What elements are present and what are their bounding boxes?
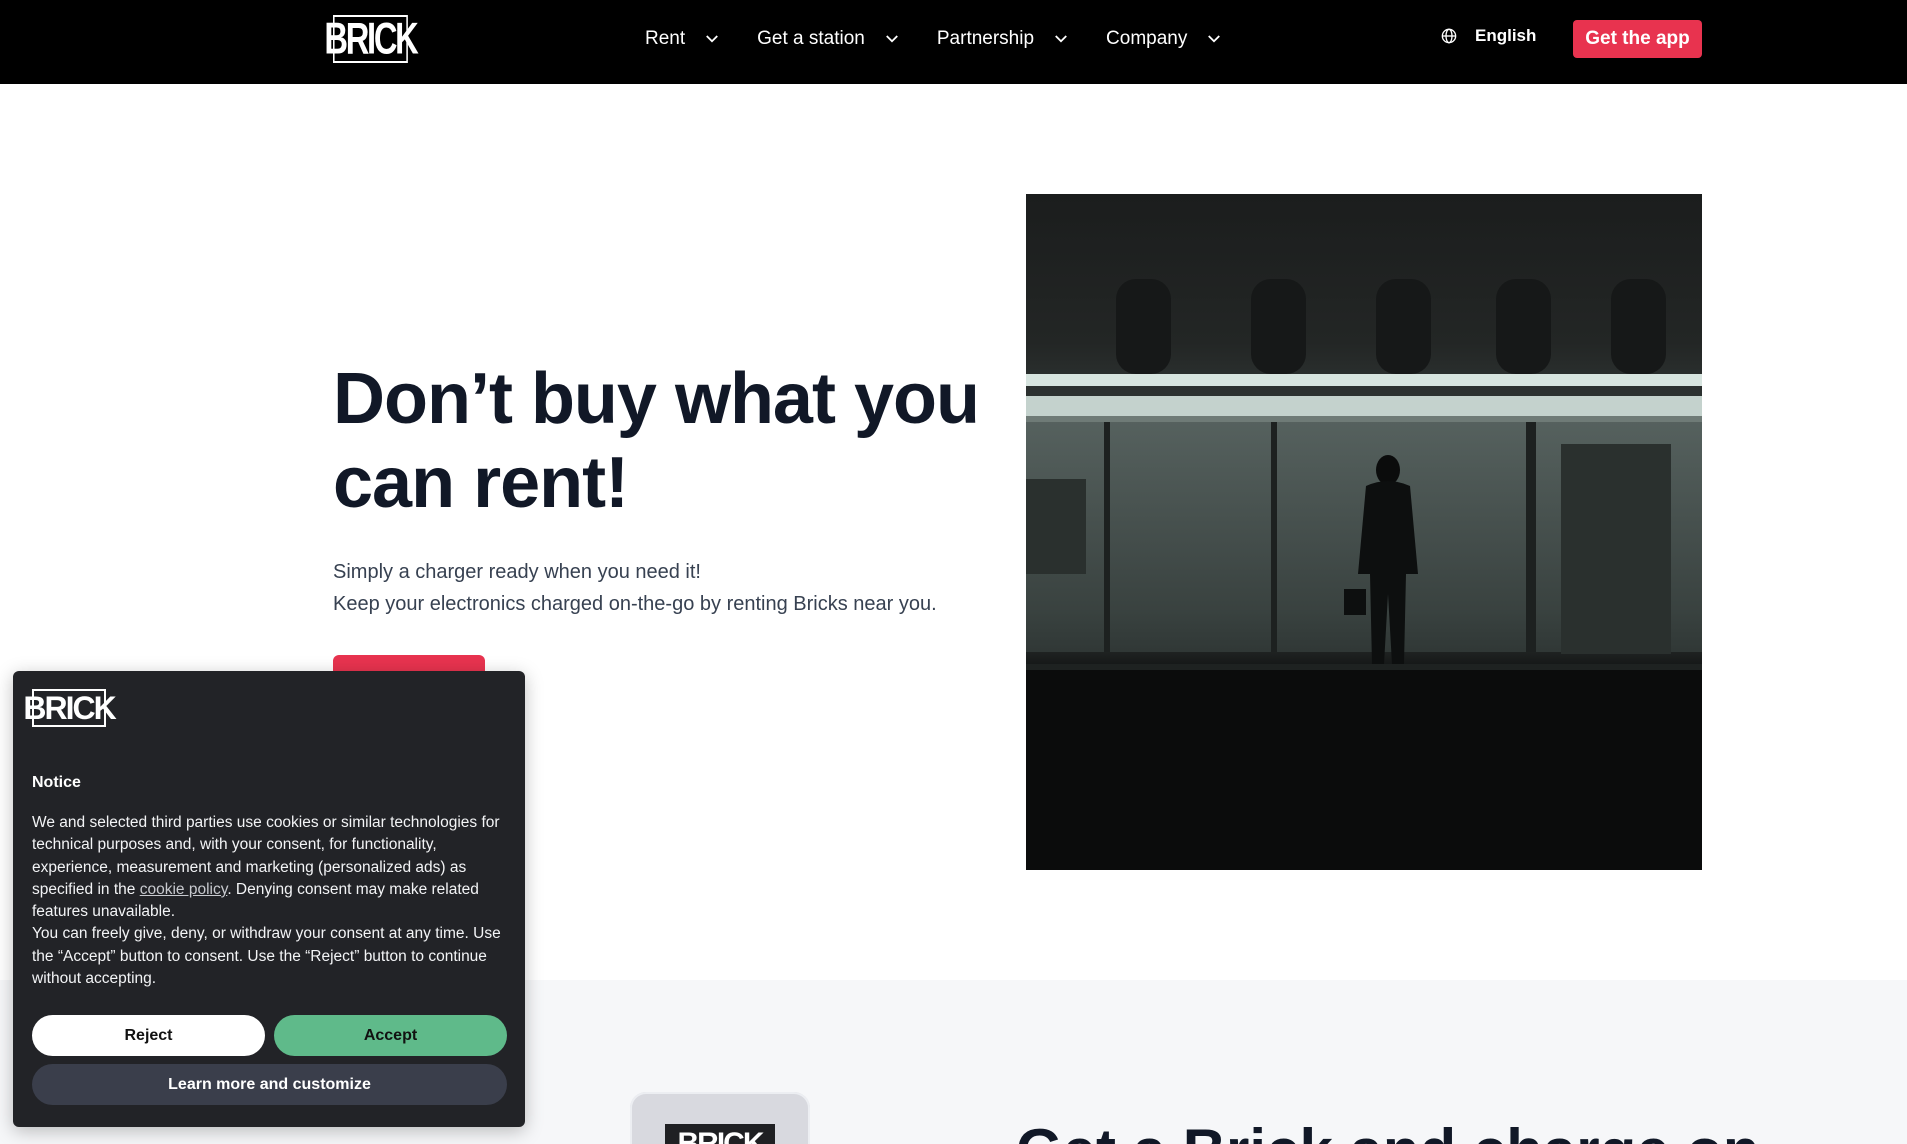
hero-subtitle: Simply a charger ready when you need it!… (333, 556, 937, 620)
brick-logo[interactable]: BRICK (324, 14, 418, 63)
language-selector[interactable]: English (1441, 26, 1536, 46)
nav-item-rent[interactable]: Rent (645, 28, 721, 50)
hero-title-line-2: can rent! (333, 443, 629, 523)
nav-label: Company (1106, 28, 1188, 49)
cookie-notice-text: We and selected third parties use cookie… (32, 812, 516, 990)
nav-label: Get a station (757, 28, 865, 49)
cookie-consent-banner: BRICK Notice We and selected third parti… (13, 671, 525, 1127)
hero-title: Don’t buy what you can rent! (333, 357, 1013, 525)
chevron-down-icon (885, 35, 898, 43)
chevron-down-icon (1055, 35, 1067, 43)
nav-item-get-a-station[interactable]: Get a station (757, 28, 901, 50)
nav-label: Rent (645, 28, 686, 49)
reject-button[interactable]: Reject (32, 1015, 265, 1056)
main-nav: Rent Get a station Partnership Company (645, 0, 1259, 78)
get-the-app-button[interactable]: Get the app (1573, 20, 1702, 58)
cookie-text-paragraph-2: You can freely give, deny, or withdraw y… (32, 925, 501, 988)
cookie-policy-link[interactable]: cookie policy (140, 881, 228, 898)
learn-more-customize-button[interactable]: Learn more and customize (32, 1064, 507, 1105)
cookie-banner-logo: BRICK (23, 689, 117, 727)
cookie-notice-heading: Notice (32, 774, 81, 791)
language-label: English (1475, 26, 1537, 45)
top-navigation-bar: BRICK Rent Get a station Partnership Com… (0, 0, 1907, 84)
bus-stop-illustration (1026, 194, 1702, 870)
hero-subtitle-line-2: Keep your electronics charged on-the-go … (333, 593, 937, 615)
chevron-down-icon (706, 35, 719, 43)
nav-item-partnership[interactable]: Partnership (937, 28, 1070, 50)
device-logo: BRICK (665, 1124, 775, 1144)
chevron-down-icon (1208, 35, 1221, 43)
hero-subtitle-line-1: Simply a charger ready when you need it! (333, 561, 701, 583)
accept-button[interactable]: Accept (274, 1015, 507, 1056)
section-title: Get a Brick and charge on (1016, 1116, 1760, 1144)
nav-label: Partnership (936, 28, 1035, 49)
nav-item-company[interactable]: Company (1106, 28, 1223, 50)
globe-icon (1441, 28, 1457, 44)
hero-image-bus-stop (1026, 194, 1702, 870)
hero-title-line-1: Don’t buy what you (333, 359, 980, 439)
logo-text: BRICK (324, 13, 418, 64)
